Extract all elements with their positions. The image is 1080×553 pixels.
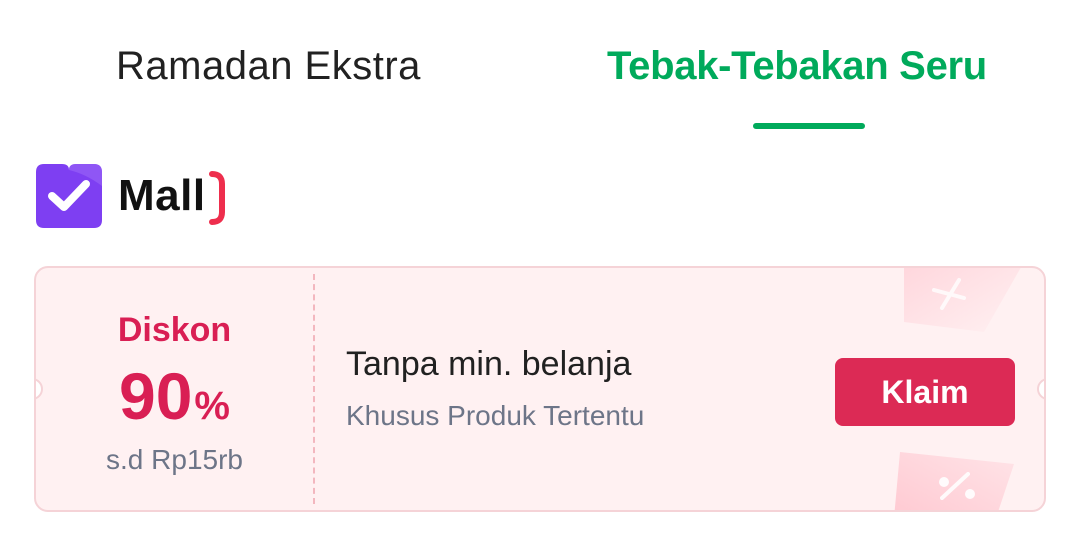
voucher-divider — [313, 274, 315, 504]
claim-button[interactable]: Klaim — [835, 358, 1015, 426]
voucher-condition: Tanpa min. belanja — [346, 345, 632, 383]
tab-ramadan-ekstra[interactable]: Ramadan Ekstra — [116, 36, 421, 96]
discount-value: 90 — [119, 359, 193, 433]
discount-amount: 90% — [36, 356, 313, 455]
discount-unit: % — [194, 384, 230, 428]
tab-tebak-tebakan-seru[interactable]: Tebak-Tebakan Seru — [607, 36, 987, 96]
voucher-scope: Khusus Produk Tertentu — [346, 400, 645, 431]
page: Ramadan Ekstra Tebak-Tebakan Seru Mall D… — [0, 0, 1080, 553]
active-tab-indicator — [753, 123, 865, 129]
discount-cap: s.d Rp15rb — [106, 444, 243, 475]
discount-title: Diskon — [117, 311, 232, 349]
voucher-info: Tanpa min. belanja Khusus Produk Tertent… — [346, 342, 644, 434]
mall-logo: Mall — [36, 162, 236, 230]
discount-panel: Diskon 90% s.d Rp15rb — [36, 268, 313, 510]
mall-label: Mall — [118, 171, 206, 220]
voucher-card: Diskon 90% s.d Rp15rb Tanpa min. belanja… — [34, 266, 1046, 512]
